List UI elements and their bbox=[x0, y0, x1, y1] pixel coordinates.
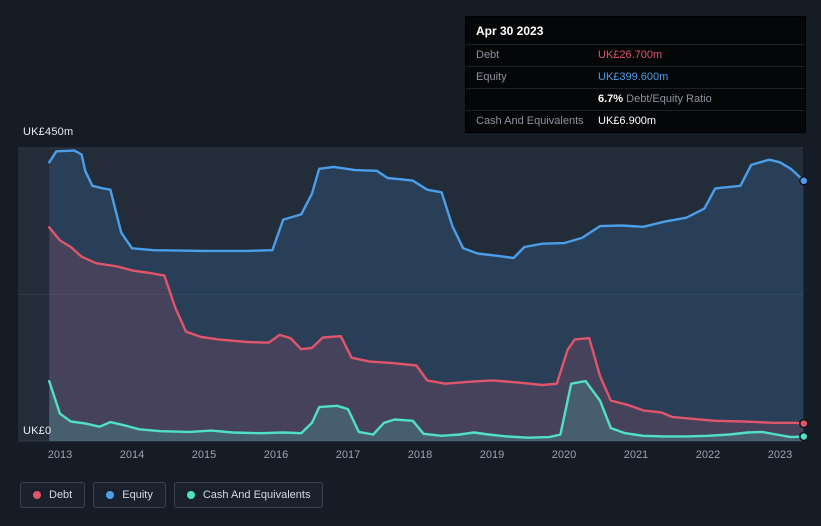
marker-debt[interactable] bbox=[799, 418, 809, 429]
legend-item-debt[interactable]: Debt bbox=[20, 482, 86, 508]
x-tick-label: 2014 bbox=[119, 449, 145, 461]
tooltip-row-equity: Equity UK£399.600m bbox=[466, 66, 805, 88]
x-tick-label: 2016 bbox=[263, 449, 289, 461]
x-tick-label: 2020 bbox=[551, 449, 577, 461]
tooltip-debt-label: Debt bbox=[476, 49, 500, 61]
x-tick-label: 2015 bbox=[191, 449, 217, 461]
tooltip-equity-value: UK£399.600m bbox=[598, 71, 669, 83]
tooltip-row-ratio: 6.7% Debt/Equity Ratio bbox=[466, 88, 805, 110]
x-tick-label: 2021 bbox=[623, 449, 649, 461]
y-axis-zero-label: UK£0 bbox=[23, 425, 52, 437]
legend-cash-label: Cash And Equivalents bbox=[202, 489, 311, 501]
x-axis: 2013 2014 2015 2016 2017 2018 2019 2020 2021 2022… bbox=[0, 449, 821, 465]
equity-dot-icon bbox=[106, 491, 115, 499]
tooltip-row-debt: Debt UK£26.700m bbox=[466, 44, 805, 66]
x-tick-label: 2019 bbox=[479, 449, 505, 461]
chart-legend: Debt Equity Cash And Equivalents bbox=[20, 482, 324, 508]
marker-cash-and-equivalents[interactable] bbox=[799, 431, 809, 442]
debt-equity-history-chart: UK£450m UK£0 2013 2014 2015 2016 2017 2018 201… bbox=[0, 0, 821, 526]
legend-item-equity[interactable]: Equity bbox=[93, 482, 166, 508]
x-tick-label: 2017 bbox=[335, 449, 361, 461]
x-tick-label: 2023 bbox=[767, 449, 793, 461]
x-tick-label: 2013 bbox=[47, 449, 73, 461]
tooltip-ratio-value: 6.7% Debt/Equity Ratio bbox=[598, 93, 795, 106]
tooltip-ratio-percent: 6.7% bbox=[598, 93, 624, 105]
tooltip-date: Apr 30 2023 bbox=[476, 24, 544, 38]
marker-equity[interactable] bbox=[799, 176, 809, 186]
legend-item-cash[interactable]: Cash And Equivalents bbox=[173, 482, 324, 508]
x-tick-label: 2022 bbox=[695, 449, 721, 461]
x-tick-label: 2018 bbox=[407, 449, 433, 461]
tooltip-equity-label: Equity bbox=[476, 71, 507, 83]
y-axis-max-label: UK£450m bbox=[23, 126, 74, 138]
tooltip-ratio-text: Debt/Equity Ratio bbox=[626, 93, 712, 105]
debt-dot-icon bbox=[33, 491, 41, 499]
tooltip-cash-value: UK£6.900m bbox=[598, 115, 657, 127]
chart-tooltip: Apr 30 2023 Debt UK£26.700m Equity UK£39… bbox=[466, 17, 805, 132]
legend-equity-label: Equity bbox=[122, 489, 153, 501]
tooltip-cash-label: Cash And Equivalents bbox=[476, 115, 584, 127]
tooltip-debt-value: UK£26.700m bbox=[598, 49, 663, 61]
legend-debt-label: Debt bbox=[49, 489, 73, 501]
tooltip-row-cash: Cash And Equivalents UK£6.900m bbox=[466, 110, 805, 132]
cash-dot-icon bbox=[186, 491, 195, 499]
